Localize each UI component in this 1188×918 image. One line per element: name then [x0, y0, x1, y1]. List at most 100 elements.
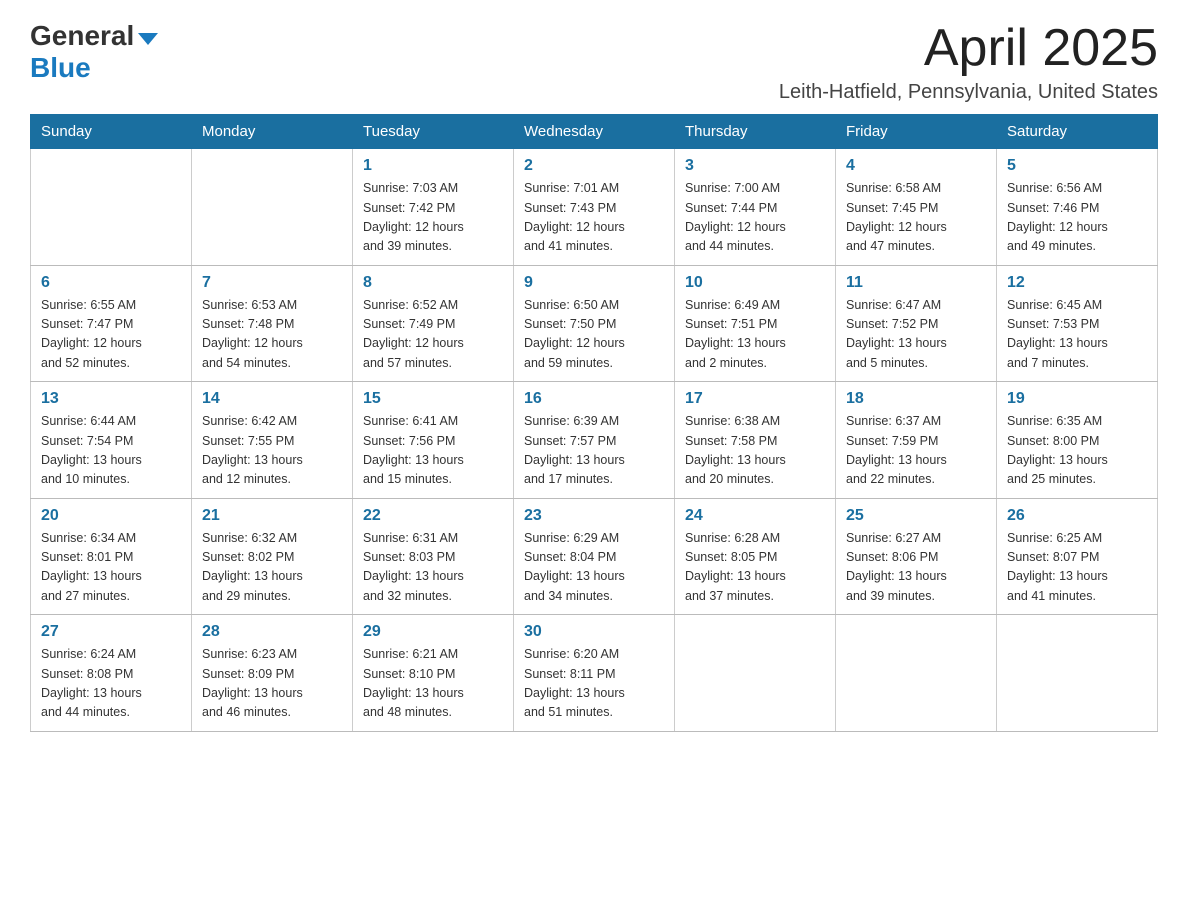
page-header: General Blue April 2025 Leith-Hatfield, …: [30, 20, 1158, 104]
logo: General Blue: [30, 20, 158, 84]
logo-general-text: General: [30, 20, 134, 52]
day-info: Sunrise: 7:00 AM Sunset: 7:44 PM Dayligh…: [685, 179, 825, 257]
day-number: 17: [685, 390, 825, 408]
calendar-cell: 19 Sunrise: 6:35 AM Sunset: 8:00 PM Dayli…: [997, 382, 1158, 499]
calendar-cell: 13 Sunrise: 6:44 AM Sunset: 7:54 PM Dayli…: [31, 382, 192, 499]
calendar-cell: [31, 149, 192, 266]
calendar-week-row: 6 Sunrise: 6:55 AM Sunset: 7:47 PM Daylig…: [31, 265, 1158, 382]
calendar-cell: 21Sunrise: 6:32 AM Sunset: 8:02 PM Dayli…: [192, 498, 353, 615]
day-number: 13: [41, 390, 181, 408]
calendar-cell: 15 Sunrise: 6:41 AM Sunset: 7:56 PM Dayli…: [353, 382, 514, 499]
day-number: 27: [41, 623, 181, 641]
calendar-cell: 4Sunrise: 6:58 AM Sunset: 7:45 PM Daylig…: [836, 149, 997, 266]
day-info: Sunrise: 6:45 AM Sunset: 7:53 PM Dayligh…: [1007, 296, 1147, 374]
calendar-cell: 6 Sunrise: 6:55 AM Sunset: 7:47 PM Daylig…: [31, 265, 192, 382]
day-number: 4: [846, 157, 986, 175]
calendar-cell: 8 Sunrise: 6:52 AM Sunset: 7:49 PM Daylig…: [353, 265, 514, 382]
day-info: Sunrise: 6:44 AM Sunset: 7:54 PM Dayligh…: [41, 412, 181, 490]
day-number: 19: [1007, 390, 1147, 408]
day-info: Sunrise: 6:56 AM Sunset: 7:46 PM Dayligh…: [1007, 179, 1147, 257]
day-info: Sunrise: 6:53 AM Sunset: 7:48 PM Dayligh…: [202, 296, 342, 374]
calendar-cell: 26Sunrise: 6:25 AM Sunset: 8:07 PM Dayli…: [997, 498, 1158, 615]
day-number: 16: [524, 390, 664, 408]
day-number: 28: [202, 623, 342, 641]
day-number: 22: [363, 507, 503, 525]
day-number: 14: [202, 390, 342, 408]
calendar-cell: 7 Sunrise: 6:53 AM Sunset: 7:48 PM Daylig…: [192, 265, 353, 382]
calendar-cell: 11Sunrise: 6:47 AM Sunset: 7:52 PM Dayli…: [836, 265, 997, 382]
day-info: Sunrise: 6:28 AM Sunset: 8:05 PM Dayligh…: [685, 529, 825, 607]
calendar-cell: 3 Sunrise: 7:00 AM Sunset: 7:44 PM Daylig…: [675, 149, 836, 266]
month-title: April 2025: [779, 20, 1158, 77]
calendar-cell: 24Sunrise: 6:28 AM Sunset: 8:05 PM Dayli…: [675, 498, 836, 615]
calendar-cell: 20 Sunrise: 6:34 AM Sunset: 8:01 PM Dayli…: [31, 498, 192, 615]
day-info: Sunrise: 6:23 AM Sunset: 8:09 PM Dayligh…: [202, 645, 342, 723]
day-number: 7: [202, 274, 342, 292]
weekday-header-wednesday: Wednesday: [514, 115, 675, 149]
day-info: Sunrise: 6:38 AM Sunset: 7:58 PM Dayligh…: [685, 412, 825, 490]
day-info: Sunrise: 6:50 AM Sunset: 7:50 PM Dayligh…: [524, 296, 664, 374]
weekday-header-sunday: Sunday: [31, 115, 192, 149]
day-info: Sunrise: 6:52 AM Sunset: 7:49 PM Dayligh…: [363, 296, 503, 374]
calendar-cell: [192, 149, 353, 266]
day-number: 9: [524, 274, 664, 292]
day-number: 3: [685, 157, 825, 175]
day-info: Sunrise: 6:20 AM Sunset: 8:11 PM Dayligh…: [524, 645, 664, 723]
calendar-cell: 9 Sunrise: 6:50 AM Sunset: 7:50 PM Daylig…: [514, 265, 675, 382]
day-info: Sunrise: 6:27 AM Sunset: 8:06 PM Dayligh…: [846, 529, 986, 607]
location-title: Leith-Hatfield, Pennsylvania, United Sta…: [779, 81, 1158, 104]
calendar-cell: 29 Sunrise: 6:21 AM Sunset: 8:10 PM Dayli…: [353, 615, 514, 732]
day-info: Sunrise: 7:01 AM Sunset: 7:43 PM Dayligh…: [524, 179, 664, 257]
calendar-cell: 12Sunrise: 6:45 AM Sunset: 7:53 PM Dayli…: [997, 265, 1158, 382]
day-info: Sunrise: 6:37 AM Sunset: 7:59 PM Dayligh…: [846, 412, 986, 490]
calendar-cell: 18 Sunrise: 6:37 AM Sunset: 7:59 PM Dayli…: [836, 382, 997, 499]
day-number: 6: [41, 274, 181, 292]
day-number: 15: [363, 390, 503, 408]
day-number: 2: [524, 157, 664, 175]
logo-arrow-icon: [138, 33, 158, 45]
calendar-cell: [675, 615, 836, 732]
calendar-cell: [997, 615, 1158, 732]
calendar-week-row: 13 Sunrise: 6:44 AM Sunset: 7:54 PM Dayli…: [31, 382, 1158, 499]
calendar-cell: 28 Sunrise: 6:23 AM Sunset: 8:09 PM Dayli…: [192, 615, 353, 732]
day-number: 10: [685, 274, 825, 292]
calendar-cell: 5 Sunrise: 6:56 AM Sunset: 7:46 PM Daylig…: [997, 149, 1158, 266]
calendar-week-row: 20 Sunrise: 6:34 AM Sunset: 8:01 PM Dayli…: [31, 498, 1158, 615]
weekday-header-thursday: Thursday: [675, 115, 836, 149]
calendar-table: SundayMondayTuesdayWednesdayThursdayFrid…: [30, 114, 1158, 732]
day-info: Sunrise: 6:25 AM Sunset: 8:07 PM Dayligh…: [1007, 529, 1147, 607]
weekday-header-saturday: Saturday: [997, 115, 1158, 149]
day-number: 8: [363, 274, 503, 292]
day-number: 5: [1007, 157, 1147, 175]
day-number: 29: [363, 623, 503, 641]
day-info: Sunrise: 7:03 AM Sunset: 7:42 PM Dayligh…: [363, 179, 503, 257]
calendar-cell: 27Sunrise: 6:24 AM Sunset: 8:08 PM Dayli…: [31, 615, 192, 732]
calendar-cell: 14Sunrise: 6:42 AM Sunset: 7:55 PM Dayli…: [192, 382, 353, 499]
weekday-header-friday: Friday: [836, 115, 997, 149]
calendar-cell: 22 Sunrise: 6:31 AM Sunset: 8:03 PM Dayli…: [353, 498, 514, 615]
day-info: Sunrise: 6:29 AM Sunset: 8:04 PM Dayligh…: [524, 529, 664, 607]
logo-blue-text: Blue: [30, 52, 91, 83]
calendar-week-row: 1Sunrise: 7:03 AM Sunset: 7:42 PM Daylig…: [31, 149, 1158, 266]
calendar-cell: 10Sunrise: 6:49 AM Sunset: 7:51 PM Dayli…: [675, 265, 836, 382]
day-info: Sunrise: 6:55 AM Sunset: 7:47 PM Dayligh…: [41, 296, 181, 374]
day-info: Sunrise: 6:39 AM Sunset: 7:57 PM Dayligh…: [524, 412, 664, 490]
day-number: 20: [41, 507, 181, 525]
weekday-header-monday: Monday: [192, 115, 353, 149]
day-info: Sunrise: 6:34 AM Sunset: 8:01 PM Dayligh…: [41, 529, 181, 607]
weekday-header-tuesday: Tuesday: [353, 115, 514, 149]
day-number: 11: [846, 274, 986, 292]
calendar-week-row: 27Sunrise: 6:24 AM Sunset: 8:08 PM Dayli…: [31, 615, 1158, 732]
calendar-cell: 25 Sunrise: 6:27 AM Sunset: 8:06 PM Dayli…: [836, 498, 997, 615]
day-info: Sunrise: 6:32 AM Sunset: 8:02 PM Dayligh…: [202, 529, 342, 607]
day-number: 25: [846, 507, 986, 525]
day-info: Sunrise: 6:21 AM Sunset: 8:10 PM Dayligh…: [363, 645, 503, 723]
day-info: Sunrise: 6:35 AM Sunset: 8:00 PM Dayligh…: [1007, 412, 1147, 490]
calendar-cell: 1Sunrise: 7:03 AM Sunset: 7:42 PM Daylig…: [353, 149, 514, 266]
day-info: Sunrise: 6:31 AM Sunset: 8:03 PM Dayligh…: [363, 529, 503, 607]
day-number: 18: [846, 390, 986, 408]
title-section: April 2025 Leith-Hatfield, Pennsylvania,…: [779, 20, 1158, 104]
day-number: 23: [524, 507, 664, 525]
calendar-cell: 30Sunrise: 6:20 AM Sunset: 8:11 PM Dayli…: [514, 615, 675, 732]
day-info: Sunrise: 6:41 AM Sunset: 7:56 PM Dayligh…: [363, 412, 503, 490]
